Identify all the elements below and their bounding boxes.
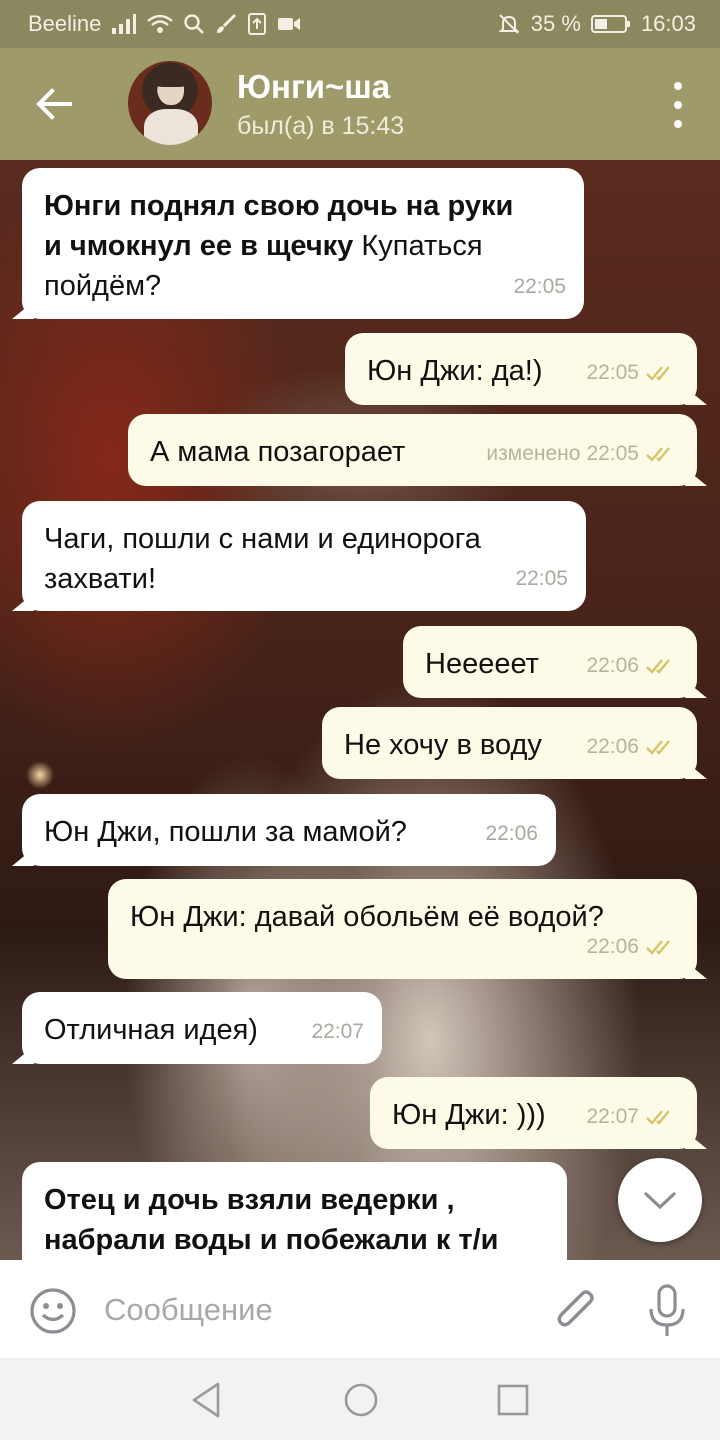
- message-time: 22:06: [586, 654, 639, 677]
- contact-name[interactable]: Юнги~ша: [237, 68, 390, 106]
- message-time: 22:06: [586, 735, 639, 758]
- message-time: 22:05: [586, 442, 639, 465]
- message-incoming[interactable]: Юнги поднял свою дочь на руки и чмокнул …: [22, 168, 584, 319]
- message-incoming[interactable]: Отец и дочь взяли ведерки , набрали воды…: [22, 1162, 567, 1260]
- double-check-icon: [646, 740, 670, 755]
- message-text: Купаться: [353, 230, 483, 262]
- nav-back-icon[interactable]: [186, 1380, 226, 1420]
- message-text: захвати!: [44, 563, 157, 595]
- message-incoming[interactable]: Юн Джи, пошли за мамой? 22:06: [22, 794, 556, 866]
- smile-icon[interactable]: [28, 1286, 78, 1336]
- message-bold-text: Отец и дочь взяли ведерки ,: [44, 1184, 455, 1216]
- message-outgoing[interactable]: Не хочу в воду 22:06: [322, 707, 697, 779]
- paperclip-icon[interactable]: [552, 1284, 600, 1338]
- clock: 16:03: [640, 11, 696, 36]
- video-icon: [277, 15, 301, 33]
- chevron-down-icon: [643, 1191, 677, 1210]
- double-check-icon: [646, 940, 670, 955]
- message-time: 22:06: [586, 935, 639, 958]
- last-seen-status: был(а) в 15:43: [237, 112, 405, 140]
- message-outgoing[interactable]: Юн Джи: ))) 22:07: [370, 1077, 697, 1149]
- mute-icon: [497, 12, 521, 36]
- message-time: 22:05: [513, 275, 566, 298]
- message-bold-text: набрали воды и побежали к т/и: [44, 1224, 499, 1256]
- double-check-icon: [646, 366, 670, 381]
- message-outgoing[interactable]: Нееееет 22:06: [403, 626, 697, 698]
- battery-percent: 35 %: [530, 11, 581, 36]
- message-incoming[interactable]: Чаги, пошли с нами и единорога захвати! …: [22, 501, 586, 611]
- back-button[interactable]: [28, 78, 80, 130]
- status-bar: Beeline 35 % 16:03: [0, 0, 720, 48]
- chat-header: Юнги~ша был(а) в 15:43: [0, 48, 720, 160]
- microphone-icon[interactable]: [644, 1282, 690, 1340]
- double-check-icon: [646, 659, 670, 674]
- double-check-icon: [646, 1110, 670, 1125]
- message-time: 22:05: [515, 567, 568, 590]
- upload-icon: [247, 12, 267, 36]
- message-outgoing[interactable]: Юн Джи: давай обольём её водой? 22:06: [108, 879, 697, 979]
- more-vertical-icon: [674, 82, 682, 90]
- brush-icon: [215, 13, 237, 35]
- arrow-left-icon: [36, 88, 72, 120]
- message-bold-text: и чмокнул ее в щечку: [44, 230, 354, 262]
- nav-home-icon[interactable]: [341, 1380, 381, 1420]
- nav-recents-icon[interactable]: [493, 1380, 533, 1420]
- message-outgoing[interactable]: А мама позагорает изменено 22:05: [128, 414, 697, 486]
- message-text: Чаги, пошли с нами и единорога: [44, 523, 481, 555]
- message-incoming[interactable]: Отличная идея) 22:07: [22, 992, 382, 1064]
- battery-icon: [590, 14, 631, 34]
- message-time: 22:06: [485, 822, 538, 845]
- signal-icon: [111, 14, 137, 34]
- message-outgoing[interactable]: Юн Джи: да!) 22:05: [345, 333, 697, 405]
- message-text: Юн Джи, пошли за мамой?: [44, 816, 407, 848]
- message-time: 22:05: [586, 361, 639, 384]
- message-text: пойдём?: [44, 270, 162, 302]
- carrier-label: Beeline: [28, 11, 102, 36]
- message-time: 22:07: [586, 1105, 639, 1128]
- message-time: 22:07: [311, 1020, 364, 1043]
- message-input[interactable]: [104, 1282, 524, 1338]
- message-bold-text: Юнги поднял свою дочь на руки: [44, 190, 514, 222]
- chat-area[interactable]: Юнги поднял свою дочь на руки и чмокнул …: [0, 160, 720, 1260]
- avatar[interactable]: [128, 61, 212, 145]
- double-check-icon: [646, 447, 670, 462]
- more-options-button[interactable]: [666, 82, 690, 128]
- navigation-bar: [0, 1358, 720, 1440]
- scroll-down-button[interactable]: [618, 1158, 702, 1242]
- wifi-icon: [147, 14, 174, 34]
- edited-label: изменено: [486, 442, 581, 465]
- search-icon: [183, 13, 205, 35]
- message-input-bar: [0, 1260, 720, 1358]
